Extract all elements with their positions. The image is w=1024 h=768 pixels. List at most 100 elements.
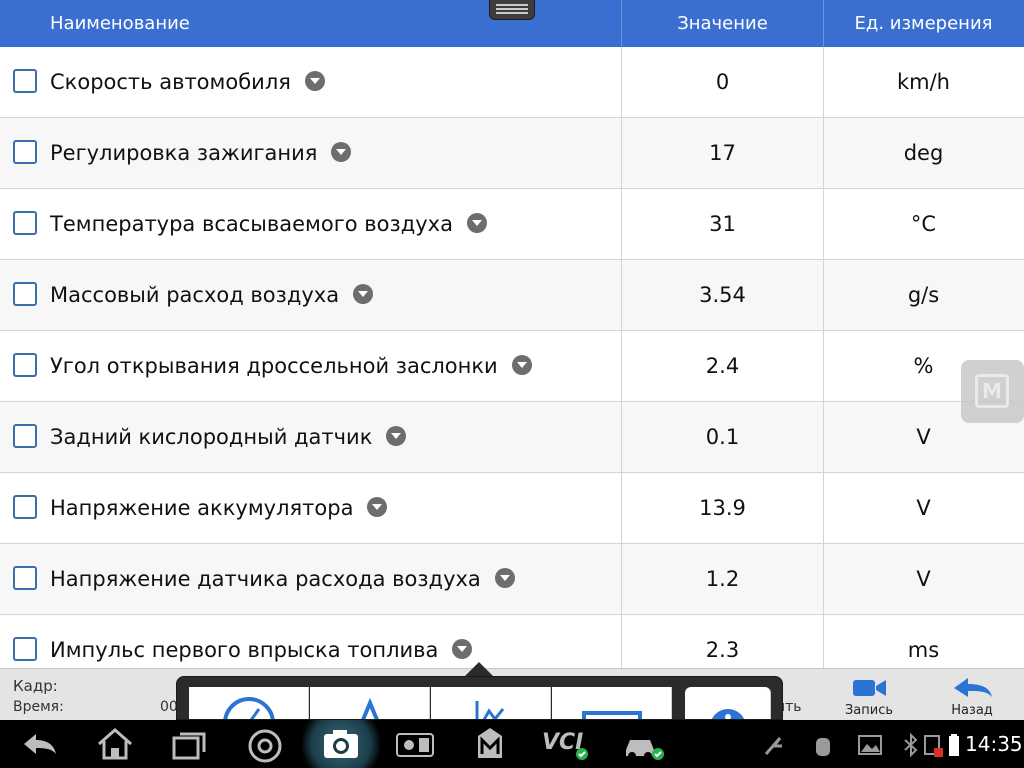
row-checkbox[interactable]	[13, 211, 37, 235]
back-button[interactable]: Назад	[932, 675, 1012, 719]
camera-app-button[interactable]	[293, 720, 389, 768]
table-row[interactable]: Температура всасываемого воздуха 31 °C	[0, 189, 1024, 260]
no-sim-icon	[924, 735, 943, 757]
parameter-value: 2.4	[705, 354, 740, 378]
bug-icon	[816, 738, 830, 756]
table-row[interactable]: Задний кислородный датчик 0.1 V	[0, 402, 1024, 473]
frame-label: Кадр:	[13, 677, 58, 695]
parameter-name: Импульс первого впрыска топлива	[50, 638, 439, 662]
column-header-unit[interactable]: Ед. измерения	[823, 0, 1024, 47]
data-stream-table: Скорость автомобиля 0 km/h Регулировка з…	[0, 47, 1024, 686]
video-camera-icon	[853, 680, 886, 696]
home-icon	[98, 728, 132, 760]
parameter-unit: km/h	[896, 70, 950, 94]
debug-status	[808, 724, 838, 764]
parameter-value: 3.54	[699, 283, 746, 307]
back-label: Назад	[951, 703, 993, 718]
dropdown-arrow-icon[interactable]	[304, 71, 325, 91]
chrome-app-button[interactable]	[243, 724, 287, 764]
gauge-view-button[interactable]	[189, 687, 309, 719]
brightness-app-button[interactable]	[393, 724, 437, 764]
status-clock: 14:35	[965, 732, 1023, 756]
nav-back-button[interactable]	[18, 724, 62, 764]
table-row[interactable]: Угол открывания дроссельной заслонки 2.4…	[0, 331, 1024, 402]
text-a-icon	[361, 697, 379, 719]
row-checkbox[interactable]	[13, 495, 37, 519]
parameter-unit: deg	[903, 141, 944, 165]
brightness-icon	[396, 733, 434, 757]
table-row[interactable]: Массовый расход воздуха 3.54 g/s	[0, 260, 1024, 331]
record-button[interactable]: Запись	[829, 675, 909, 719]
car-icon	[626, 740, 664, 760]
row-checkbox[interactable]	[13, 424, 37, 448]
dropdown-arrow-icon[interactable]	[353, 284, 374, 304]
dropdown-arrow-icon[interactable]	[511, 355, 532, 375]
image-icon	[858, 735, 882, 755]
nav-home-button[interactable]	[93, 724, 137, 764]
battery-status	[946, 724, 962, 764]
dropdown-arrow-icon[interactable]	[452, 639, 473, 659]
parameter-value: 17	[709, 141, 736, 165]
image-status	[855, 724, 885, 764]
recent-apps-icon	[172, 732, 206, 760]
table-row[interactable]: Напряжение аккумулятора 13.9 V	[0, 473, 1024, 544]
system-navigation-bar: VCI 14:35	[0, 720, 1024, 768]
dropdown-arrow-icon[interactable]	[466, 213, 487, 233]
m-logo-icon: M	[975, 374, 1009, 408]
dropdown-arrow-icon[interactable]	[331, 142, 352, 162]
table-row[interactable]: Скорость автомобиля 0 km/h	[0, 47, 1024, 118]
row-checkbox[interactable]	[13, 566, 37, 590]
back-arrow-icon	[954, 678, 992, 697]
nav-recent-apps-button[interactable]	[168, 724, 212, 764]
parameter-name: Скорость автомобиля	[50, 70, 291, 94]
display-view-button[interactable]	[552, 687, 672, 719]
row-checkbox[interactable]	[13, 282, 37, 306]
parameter-name: Напряжение аккумулятора	[50, 496, 354, 520]
parameter-unit: °C	[910, 212, 937, 236]
parameter-unit: V	[916, 567, 931, 591]
usb-icon	[764, 737, 782, 755]
info-icon	[711, 709, 745, 719]
parameter-value: 0.1	[705, 425, 740, 449]
m-app-button[interactable]	[468, 724, 512, 764]
gauge-icon	[223, 697, 275, 719]
table-row[interactable]: Напряжение датчика расхода воздуха 1.2 V	[0, 544, 1024, 615]
vci-status-button[interactable]: VCI	[540, 724, 590, 764]
battery-icon	[949, 734, 959, 756]
parameter-unit: g/s	[907, 283, 940, 307]
time-label: Время:	[13, 699, 64, 715]
chrome-icon	[248, 729, 282, 763]
parameter-value: 0	[715, 70, 730, 94]
parameter-name: Напряжение датчика расхода воздуха	[50, 567, 481, 591]
dropdown-arrow-icon[interactable]	[367, 497, 388, 517]
parameter-unit: V	[916, 496, 931, 520]
car-status-button[interactable]	[620, 724, 666, 764]
parameter-name: Задний кислородный датчик	[50, 425, 373, 449]
row-checkbox[interactable]	[13, 69, 37, 93]
floating-m-button[interactable]: M	[961, 360, 1024, 423]
row-checkbox[interactable]	[13, 637, 37, 661]
column-header-name[interactable]: Наименование	[50, 0, 190, 47]
display-icon	[582, 711, 642, 719]
parameter-name: Угол открывания дроссельной заслонки	[50, 354, 498, 378]
drag-handle-icon[interactable]	[489, 0, 535, 20]
dropdown-arrow-icon[interactable]	[386, 426, 407, 446]
parameter-name: Температура всасываемого воздуха	[50, 212, 453, 236]
m-app-icon	[478, 728, 502, 758]
row-checkbox[interactable]	[13, 140, 37, 164]
bluetooth-status	[900, 724, 922, 764]
row-checkbox[interactable]	[13, 353, 37, 377]
bluetooth-icon	[904, 732, 918, 758]
text-view-button[interactable]	[310, 687, 430, 719]
sim-status	[922, 724, 944, 764]
column-header-value[interactable]: Значение	[622, 0, 823, 47]
check-badge-icon	[576, 748, 588, 760]
usb-status	[758, 724, 788, 764]
tool-popup	[176, 676, 783, 720]
table-row[interactable]: Регулировка зажигания 17 deg	[0, 118, 1024, 189]
dropdown-arrow-icon[interactable]	[494, 568, 515, 588]
parameter-value: 1.2	[705, 567, 740, 591]
record-label: Запись	[844, 703, 894, 718]
info-button[interactable]	[685, 687, 771, 719]
graph-view-button[interactable]	[431, 687, 551, 719]
